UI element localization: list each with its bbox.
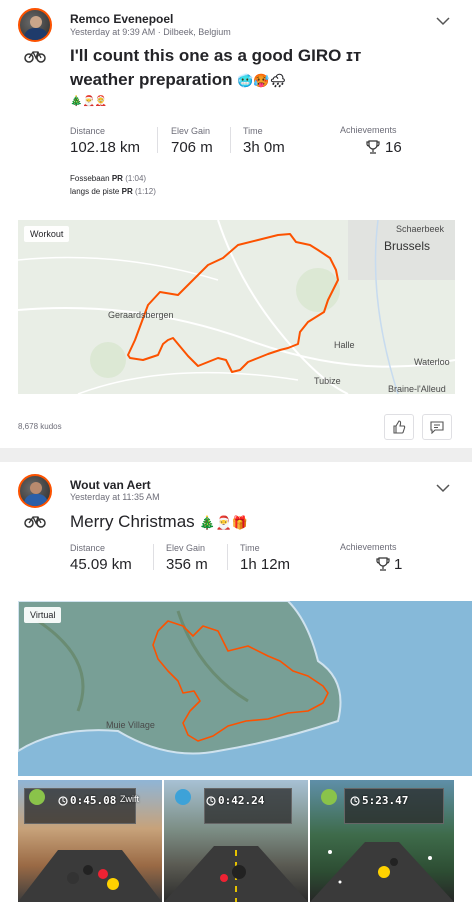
title-emojis: 🥶🥵🌧 [237, 72, 287, 88]
description-emojis: 🎄🎅🤶 [70, 96, 108, 107]
riders-scene [18, 850, 162, 902]
stat-elev-label: Elev Gain [166, 543, 206, 553]
map-place: Muie Village [106, 720, 155, 730]
photo-label: Zwift [120, 794, 139, 804]
map-place: Waterloo [414, 357, 450, 367]
activity-title-text: Merry Christmas [70, 512, 195, 531]
trophy-icon [376, 557, 390, 571]
chevron-down-icon[interactable] [436, 483, 450, 493]
achievements-label: Achievements [340, 125, 397, 135]
segment-pr[interactable]: langs de piste PR (1:12) [70, 187, 156, 196]
chevron-down-icon[interactable] [436, 16, 450, 26]
timer-icon [58, 796, 68, 806]
athlete-name[interactable]: Wout van Aert [70, 478, 151, 492]
activity-card-wout: Wout van Aert Yesterday at 11:35 AM Merr… [0, 462, 472, 902]
stat-elev-value: 356 m [166, 556, 208, 573]
stat-divider [227, 544, 228, 570]
stat-divider [157, 127, 158, 153]
photo-badge-icon [29, 789, 45, 805]
activity-meta: Yesterday at 11:35 AM [70, 492, 160, 502]
stat-time-value: 1h 12m [240, 556, 291, 573]
virtual-tag: Virtual [24, 607, 62, 623]
title-emojis: 🎄🎅🎁 [199, 514, 248, 530]
activity-title[interactable]: I'll count this one as a good GIRO ɪᴛ we… [70, 44, 450, 93]
map-place: Brussels [384, 239, 431, 253]
map-place: Braine-l'Alleud [388, 384, 446, 394]
kudos-button[interactable] [384, 414, 414, 440]
kudos-count[interactable]: 8,678 kudos [18, 422, 62, 431]
photo-timer: 5:23.47 [362, 794, 409, 807]
stat-distance-value: 102.18 km [70, 139, 141, 156]
avatar[interactable] [18, 474, 52, 508]
route-map[interactable]: Workout Schaerbeek Brussels Geraardsberg… [18, 220, 455, 394]
activity-title-line1: I'll count this one as a good GIRO ɪᴛ [70, 46, 362, 65]
bike-icon [24, 51, 46, 63]
achievements-label: Achievements [340, 542, 397, 552]
achievements-count[interactable]: 16 [385, 139, 402, 156]
activity-photo[interactable]: 5:23.47 [310, 780, 454, 902]
activity-title-line2: weather preparation [70, 70, 233, 89]
trophy-icon [366, 140, 380, 154]
comment-icon [430, 421, 444, 434]
workout-tag: Workout [24, 226, 70, 242]
stat-distance-label: Distance [70, 543, 106, 553]
riders-scene [310, 842, 454, 902]
activity-photo[interactable]: 0:42.24 [164, 780, 308, 902]
thumbs-up-icon [393, 420, 406, 434]
stat-elev-value: 706 m [171, 139, 213, 156]
activity-card-remco: Remco Evenepoel Yesterday at 9:39 AM · D… [0, 0, 472, 448]
timer-icon [206, 796, 216, 806]
stat-elev-label: Elev Gain [171, 126, 211, 136]
route-map[interactable]: Virtual Muie Village [18, 601, 472, 776]
map-place: Tubize [314, 376, 341, 386]
comment-button[interactable] [422, 414, 452, 440]
map-place: Schaerbeek [396, 224, 445, 234]
map-place: Halle [334, 340, 355, 350]
stat-distance-value: 45.09 km [70, 556, 132, 573]
stat-divider [153, 544, 154, 570]
segment-pr[interactable]: Fossebaan PR (1:04) [70, 174, 146, 183]
riders-scene [164, 846, 308, 902]
map-background [18, 601, 472, 776]
stat-time-label: Time [240, 543, 260, 553]
stat-distance-label: Distance [70, 126, 106, 136]
stat-divider [230, 127, 231, 153]
athlete-name[interactable]: Remco Evenepoel [70, 12, 173, 26]
bike-icon [24, 516, 46, 528]
photo-timer: 0:42.24 [218, 794, 265, 807]
activity-meta: Yesterday at 9:39 AM · Dilbeek, Belgium [70, 27, 231, 37]
timer-icon [350, 796, 360, 806]
stat-time-value: 3h 0m [243, 139, 285, 156]
photo-timer: 0:45.08 [70, 794, 117, 807]
activity-title[interactable]: Merry Christmas 🎄🎅🎁 [70, 510, 450, 535]
activity-photo[interactable]: 0:45.08 Zwift [18, 780, 162, 902]
avatar[interactable] [18, 8, 52, 42]
map-place: Geraardsbergen [108, 310, 174, 320]
photo-badge-icon [321, 789, 337, 805]
photo-badge-icon [175, 789, 191, 805]
achievements-count[interactable]: 1 [394, 556, 402, 573]
stat-time-label: Time [243, 126, 263, 136]
